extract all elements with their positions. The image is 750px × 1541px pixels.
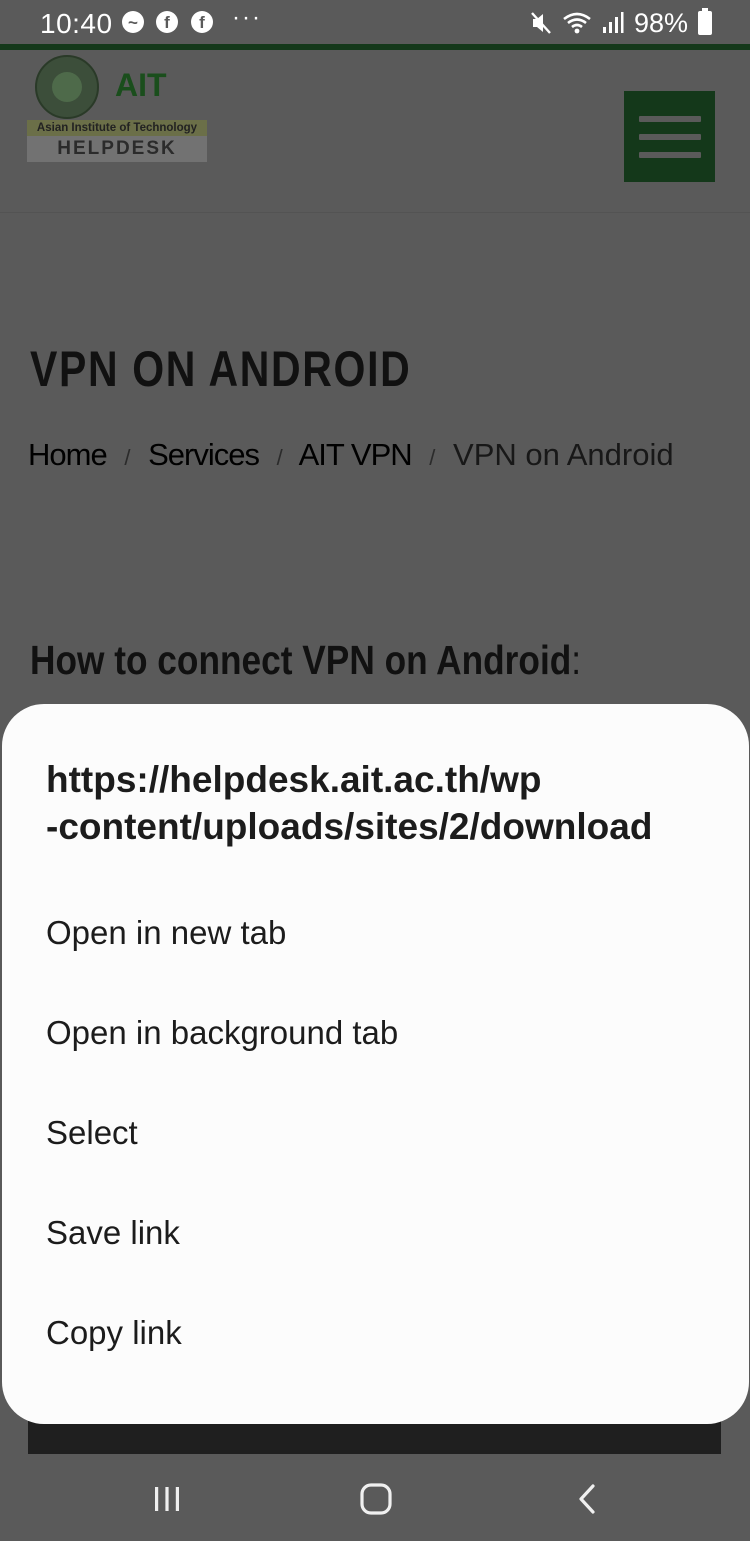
logo-title: AIT xyxy=(115,67,167,103)
site-header: AIT Asian Institute of Technology HELPDE… xyxy=(0,50,750,213)
battery-percent: 98% xyxy=(633,7,688,38)
back-icon xyxy=(579,1484,595,1514)
menu-item-copy-link[interactable]: Copy link xyxy=(2,1283,749,1383)
breadcrumb: Home / Services / AIT VPN / VPN on Andro… xyxy=(28,437,674,473)
breadcrumb-home[interactable]: Home xyxy=(28,437,108,472)
system-navigation-bar xyxy=(0,1454,750,1541)
status-right-group: 98% xyxy=(530,8,712,38)
mute-icon xyxy=(531,12,551,34)
status-time: 10:40 xyxy=(40,8,113,39)
ait-emblem-icon xyxy=(35,55,99,119)
menu-item-open-new-tab[interactable]: Open in new tab xyxy=(2,883,749,983)
ait-helpdesk-logo[interactable]: AIT Asian Institute of Technology HELPDE… xyxy=(27,50,207,163)
messenger-icon: ~ xyxy=(122,11,144,33)
breadcrumb-ait-vpn[interactable]: AIT VPN xyxy=(299,437,413,472)
breadcrumb-separator: / xyxy=(124,445,131,470)
menu-item-open-background-tab[interactable]: Open in background tab xyxy=(2,983,749,1083)
logo-subtitle: Asian Institute of Technology xyxy=(27,120,207,136)
breadcrumb-separator: / xyxy=(276,445,283,470)
signal-icon xyxy=(602,12,624,33)
home-icon xyxy=(360,1483,392,1515)
breadcrumb-current: VPN on Android xyxy=(453,437,674,472)
menu-item-select[interactable]: Select xyxy=(2,1083,749,1183)
back-button[interactable] xyxy=(557,1474,617,1524)
recents-icon xyxy=(155,1487,179,1511)
hamburger-icon-line xyxy=(638,133,701,140)
hamburger-icon xyxy=(638,115,701,122)
page-title: VPN ON ANDROID xyxy=(30,341,412,397)
recents-button[interactable] xyxy=(137,1474,197,1524)
menu-item-save-link[interactable]: Save link xyxy=(2,1183,749,1283)
facebook-icon: f xyxy=(156,11,178,33)
logo-helpdesk: HELPDESK xyxy=(27,136,207,162)
url-line-1: https://helpdesk.ait.ac.th/wp xyxy=(46,759,542,800)
hamburger-icon-line xyxy=(638,151,701,158)
section-heading-text: How to connect VPN on Android xyxy=(30,637,572,683)
wifi-icon xyxy=(563,12,591,34)
section-heading-colon: : xyxy=(571,637,582,683)
more-notifications-icon: ··· xyxy=(232,4,262,31)
breadcrumb-services[interactable]: Services xyxy=(148,437,260,472)
hamburger-menu-button[interactable] xyxy=(624,91,715,182)
url-line-2: -content/uploads/sites/2/download xyxy=(46,806,653,847)
battery-icon xyxy=(698,8,712,35)
facebook-icon: f xyxy=(191,11,213,33)
section-heading: How to connect VPN on Android: xyxy=(30,637,581,684)
status-bar: 10:40 ~ f f ··· 98% xyxy=(0,0,750,44)
breadcrumb-separator: / xyxy=(429,445,436,470)
home-button[interactable] xyxy=(346,1474,406,1524)
link-context-menu: https://helpdesk.ait.ac.th/wp -content/u… xyxy=(2,704,749,1424)
context-menu-url: https://helpdesk.ait.ac.th/wp -content/u… xyxy=(46,756,706,850)
